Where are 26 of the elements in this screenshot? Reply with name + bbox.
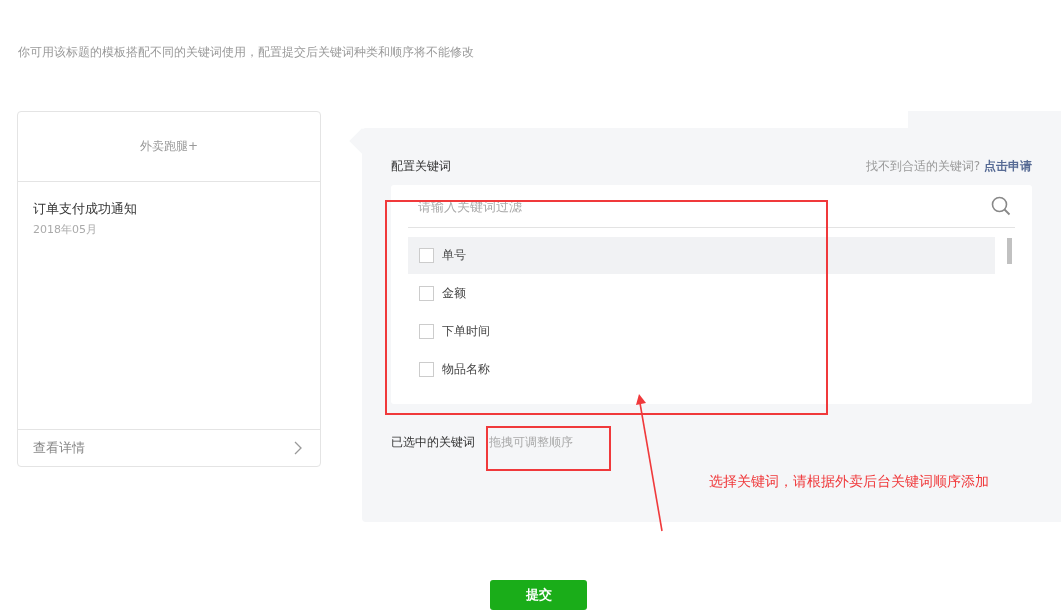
scrollbar[interactable] bbox=[1007, 238, 1012, 264]
annotation-text: 选择关键词，请根据外卖后台关键词顺序添加 bbox=[709, 473, 989, 491]
checkbox[interactable] bbox=[419, 248, 434, 263]
brand-name: 外卖跑腿+ bbox=[18, 112, 320, 182]
template-date: 2018年05月 bbox=[33, 222, 98, 237]
checkbox[interactable] bbox=[419, 286, 434, 301]
checkbox[interactable] bbox=[419, 362, 434, 377]
template-title: 订单支付成功通知 bbox=[33, 200, 138, 218]
description-text: 你可用该标题的模板搭配不同的关键词使用，配置提交后关键词种类和顺序将不能修改 bbox=[18, 44, 474, 61]
keyword-label: 金额 bbox=[442, 285, 466, 302]
keyword-row[interactable]: 金额 bbox=[408, 275, 995, 312]
keyword-row[interactable]: 单号 bbox=[408, 237, 995, 274]
keyword-label: 单号 bbox=[442, 247, 466, 264]
checkbox[interactable] bbox=[419, 324, 434, 339]
search-icon[interactable] bbox=[991, 196, 1011, 216]
keyword-label: 物品名称 bbox=[442, 361, 490, 378]
keyword-row[interactable]: 物品名称 bbox=[408, 351, 995, 388]
keyword-label: 下单时间 bbox=[442, 323, 490, 340]
details-link[interactable]: 查看详情 bbox=[18, 429, 320, 466]
apply-link[interactable]: 点击申请 bbox=[984, 158, 1032, 175]
selected-keywords-label: 已选中的关键词 bbox=[391, 434, 475, 451]
config-heading: 配置关键词 bbox=[391, 158, 452, 175]
hint-text: 找不到合适的关键词? bbox=[865, 158, 980, 175]
drag-hint-text: 拖拽可调整顺序 bbox=[489, 434, 573, 451]
keyword-row[interactable]: 下单时间 bbox=[408, 313, 995, 350]
chevron-right-icon bbox=[294, 441, 302, 455]
